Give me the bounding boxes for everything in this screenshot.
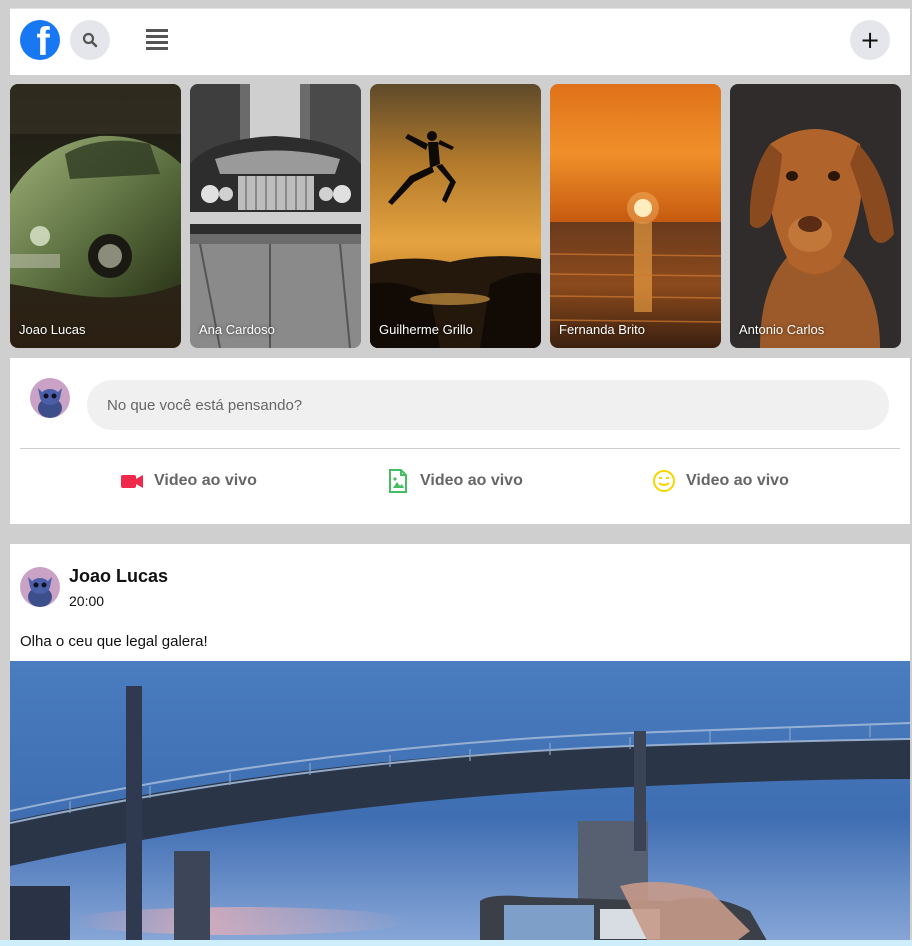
bottom-edge <box>0 940 912 946</box>
smiley-icon <box>652 469 676 493</box>
photo-file-icon <box>386 469 410 493</box>
avatar-image <box>30 378 70 418</box>
whats-on-your-mind-input[interactable] <box>87 380 889 430</box>
avatar-image <box>20 567 60 607</box>
story-name: Joao Lucas <box>19 322 86 337</box>
action-label: Video ao vivo <box>686 472 789 489</box>
story-card[interactable]: Joao Lucas <box>10 84 181 348</box>
story-image <box>190 84 361 348</box>
feeling-activity-button[interactable]: Video ao vivo <box>652 468 789 494</box>
plus-icon: + <box>859 26 881 54</box>
story-name: Ana Cardoso <box>199 322 275 337</box>
feed-post: Joao Lucas 20:00 Olha o ceu que legal ga… <box>10 544 910 946</box>
post-timestamp[interactable]: 20:00 <box>69 593 104 609</box>
app-frame: f + Joao Lucas Ana Cardoso Guilherme Gri… <box>0 0 912 946</box>
story-card[interactable]: Ana Cardoso <box>190 84 361 348</box>
stories-row: Joao Lucas Ana Cardoso Guilherme Grillo … <box>10 84 910 348</box>
create-button[interactable]: + <box>850 20 890 60</box>
action-label: Video ao vivo <box>420 472 523 489</box>
story-card[interactable]: Guilherme Grillo <box>370 84 541 348</box>
story-name: Fernanda Brito <box>559 322 645 337</box>
story-image <box>10 84 181 348</box>
search-icon <box>82 32 98 48</box>
story-image <box>730 84 901 348</box>
post-author-name[interactable]: Joao Lucas <box>69 566 168 587</box>
user-avatar[interactable] <box>30 378 70 418</box>
composer-divider <box>20 448 900 449</box>
post-author-avatar[interactable] <box>20 567 60 607</box>
search-button[interactable] <box>70 20 110 60</box>
logo-glyph: f <box>36 20 50 60</box>
post-image[interactable] <box>10 661 910 946</box>
photo-video-button[interactable]: Video ao vivo <box>386 468 523 494</box>
video-camera-icon <box>120 469 144 493</box>
post-text: Olha o ceu que legal galera! <box>20 633 208 650</box>
bridge-photo <box>10 661 910 946</box>
story-image <box>370 84 541 348</box>
story-card[interactable]: Fernanda Brito <box>550 84 721 348</box>
story-name: Guilherme Grillo <box>379 322 473 337</box>
menu-button[interactable] <box>146 29 168 51</box>
story-image <box>550 84 721 348</box>
story-name: Antonio Carlos <box>739 322 825 337</box>
post-composer: Video ao vivo Video ao vivo <box>10 358 910 524</box>
story-card[interactable]: Antonio Carlos <box>730 84 901 348</box>
action-label: Video ao vivo <box>154 472 257 489</box>
live-video-button[interactable]: Video ao vivo <box>120 468 257 494</box>
facebook-logo[interactable]: f <box>20 20 60 60</box>
top-nav-bar: f + <box>10 8 910 75</box>
